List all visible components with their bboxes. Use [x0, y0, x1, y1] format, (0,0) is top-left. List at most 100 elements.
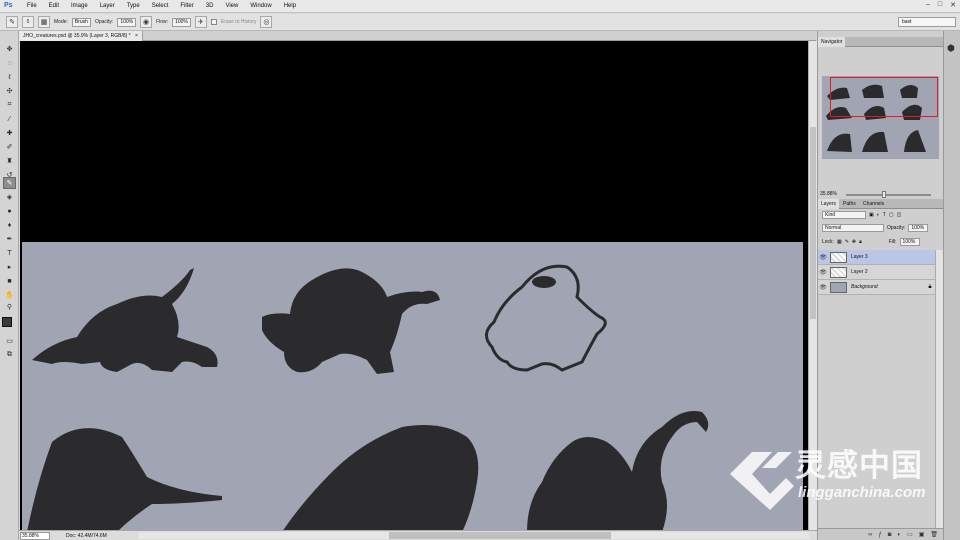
filter-adjustment-icon[interactable]: ◐: [877, 212, 880, 218]
layer-opacity-field[interactable]: 100%: [908, 224, 929, 232]
navigator-preview[interactable]: [822, 76, 939, 159]
menu-window[interactable]: Window: [244, 3, 277, 9]
workspace-dropdown[interactable]: bast: [898, 17, 956, 27]
screen-mode-icon[interactable]: ⧉: [3, 349, 16, 361]
filter-type-icon[interactable]: T: [883, 212, 886, 218]
layer-row-layer-3[interactable]: 👁︎ Layer 3: [818, 250, 935, 265]
menu-layer[interactable]: Layer: [94, 3, 121, 9]
new-group-icon[interactable]: ▭: [907, 531, 913, 538]
layer-row-layer-2[interactable]: 👁︎ Layer 2: [818, 265, 935, 280]
lock-all-icon[interactable]: 🔒︎: [859, 239, 862, 245]
erase-history-label: Erase to History: [220, 19, 257, 25]
add-mask-icon[interactable]: ◙: [888, 532, 892, 538]
horizontal-scroll-thumb[interactable]: [389, 532, 611, 539]
visibility-eye-icon[interactable]: 👁︎: [818, 254, 828, 261]
creature-sketch-2: [262, 268, 440, 374]
eraser-tool-icon[interactable]: ✎: [3, 177, 16, 189]
menu-select[interactable]: Select: [146, 3, 175, 9]
quick-mask-icon[interactable]: ▭: [3, 335, 16, 347]
shape-tool-icon[interactable]: ■: [3, 275, 16, 287]
brush-tool-icon[interactable]: ✐: [3, 141, 16, 153]
horizontal-scrollbar[interactable]: [139, 532, 809, 539]
creature-sketch-3-eye: [532, 276, 556, 288]
new-layer-icon[interactable]: ▣: [919, 531, 925, 538]
visibility-eye-icon[interactable]: 👁︎: [818, 269, 828, 276]
tab-navigator[interactable]: Navigator: [818, 37, 846, 47]
pen-tool-icon[interactable]: ✒: [3, 233, 16, 245]
hand-tool-icon[interactable]: ✋: [3, 289, 16, 301]
tool-preset-eraser-icon[interactable]: ✎: [6, 16, 18, 28]
tools-panel: ✥ ◌ ℓ ✣ ⌗ ⁄ ✚ ✐ ♜ ↺ ✎ ◈ ● ♦ ✒ T ▸ ■ ✋ ⚲ …: [0, 31, 19, 540]
close-tab-icon[interactable]: ×: [135, 33, 138, 39]
watermark-url: lingganchina.com: [798, 484, 926, 501]
artwork-canvas[interactable]: [22, 242, 803, 530]
menu-file[interactable]: File: [21, 3, 43, 9]
blur-tool-icon[interactable]: ♦: [3, 219, 16, 231]
document-tab[interactable]: JHO_creatures.psd @ 35.9% (Layer 3, RGB/…: [19, 31, 143, 41]
menu-type[interactable]: Type: [121, 3, 146, 9]
mode-dropdown[interactable]: Brush: [71, 17, 91, 27]
layer-filter-dropdown[interactable]: Kind: [822, 211, 866, 219]
menu-view[interactable]: View: [219, 3, 244, 9]
layers-list: 👁︎ Layer 3 👁︎ Layer 2 👁︎ Background 🔒︎: [818, 250, 935, 298]
foreground-color-swatch[interactable]: [2, 317, 12, 327]
close-window-button[interactable]: ✕: [950, 1, 956, 9]
lock-position-icon[interactable]: ✥: [852, 239, 856, 245]
brush-panel-toggle-icon[interactable]: ▦: [38, 16, 50, 28]
filter-smart-object-icon[interactable]: ◫: [897, 212, 902, 218]
lasso-tool-icon[interactable]: ℓ: [3, 71, 16, 83]
layer-fill-field[interactable]: 100%: [899, 238, 920, 246]
tab-channels[interactable]: Channels: [860, 199, 887, 209]
link-layers-icon[interactable]: ∞: [868, 532, 872, 538]
blend-mode-dropdown[interactable]: Normal: [822, 224, 884, 232]
type-tool-icon[interactable]: T: [3, 247, 16, 259]
canvas-area[interactable]: [20, 41, 808, 530]
filter-pixel-icon[interactable]: ▣: [869, 212, 874, 218]
quick-select-tool-icon[interactable]: ✣: [3, 85, 16, 97]
opacity-field[interactable]: 100%: [117, 17, 137, 27]
maximize-button[interactable]: □: [938, 1, 942, 9]
clone-stamp-tool-icon[interactable]: ♜: [3, 155, 16, 167]
navigator-zoom-knob[interactable]: [882, 191, 886, 198]
blend-opacity-row: Normal Opacity: 100%: [822, 224, 929, 232]
vertical-scroll-thumb[interactable]: [810, 127, 816, 319]
filter-shape-icon[interactable]: ▢: [889, 212, 894, 218]
menu-image[interactable]: Image: [65, 3, 94, 9]
zoom-level-field[interactable]: 35.88%: [20, 531, 50, 540]
erase-history-checkbox[interactable]: [210, 19, 217, 25]
navigator-panel-header: Navigator: [818, 37, 944, 47]
menu-filter[interactable]: Filter: [174, 3, 199, 9]
layer-name: Layer 3: [851, 254, 868, 260]
navigator-zoom-slider[interactable]: [846, 191, 931, 198]
move-tool-icon[interactable]: ✥: [3, 43, 16, 55]
eyedropper-tool-icon[interactable]: ⁄: [3, 113, 16, 125]
delete-layer-icon[interactable]: 🗑︎: [930, 531, 938, 538]
menu-edit[interactable]: Edit: [43, 3, 65, 9]
paint-bucket-tool-icon[interactable]: ◈: [3, 191, 16, 203]
tab-paths[interactable]: Paths: [840, 199, 859, 209]
tab-layers[interactable]: Layers: [818, 199, 840, 209]
lock-pixels-icon[interactable]: ✎: [845, 239, 849, 245]
layer-row-background[interactable]: 👁︎ Background 🔒︎: [818, 280, 935, 295]
menu-help[interactable]: Help: [278, 3, 302, 9]
airbrush-icon[interactable]: ✈: [194, 16, 207, 28]
visibility-eye-icon[interactable]: 👁︎: [818, 284, 828, 291]
zoom-tool-icon[interactable]: ⚲: [3, 301, 16, 313]
3d-panel-icon[interactable]: ⬢: [947, 43, 955, 54]
crop-tool-icon[interactable]: ⌗: [3, 99, 16, 111]
layer-style-icon[interactable]: ƒ: [878, 532, 881, 538]
lock-transparency-icon[interactable]: ▦: [837, 239, 842, 245]
navigator-view-frame[interactable]: [830, 77, 938, 117]
pressure-size-icon[interactable]: ◎: [260, 16, 273, 28]
flow-field[interactable]: 100%: [172, 17, 191, 27]
menu-3d[interactable]: 3D: [200, 3, 220, 9]
path-select-tool-icon[interactable]: ▸: [3, 261, 16, 273]
navigator-zoom-value[interactable]: 35.88%: [820, 191, 837, 197]
dodge-tool-icon[interactable]: ●: [3, 205, 16, 217]
adjustment-layer-icon[interactable]: ◐: [897, 532, 901, 538]
pressure-opacity-icon[interactable]: ◉: [140, 16, 153, 28]
healing-brush-tool-icon[interactable]: ✚: [3, 127, 16, 139]
brush-size-picker[interactable]: 5: [22, 16, 34, 28]
minimize-button[interactable]: –: [926, 1, 930, 9]
marquee-tool-icon[interactable]: ◌: [3, 57, 16, 69]
